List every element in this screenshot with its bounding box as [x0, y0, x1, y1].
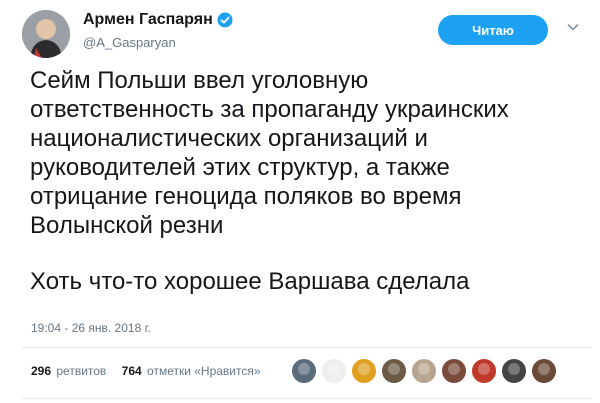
author-name-row: Армен Гаспарян	[83, 11, 233, 29]
author-avatar[interactable]	[22, 10, 70, 58]
avatar-detail	[508, 363, 520, 375]
author-handle[interactable]: @A_Gasparyan	[83, 35, 176, 50]
divider	[22, 347, 592, 348]
avatar-swirl-icon[interactable]	[291, 358, 317, 384]
tweet-text-line: Хоть что-то хорошее Варшава сделала	[30, 268, 470, 295]
author-name[interactable]: Армен Гаспарян	[83, 11, 213, 29]
retweet-label[interactable]: ретвитов	[56, 364, 106, 378]
avatar-red-circle-icon[interactable]	[471, 358, 497, 384]
follow-button[interactable]: Читаю	[438, 15, 548, 45]
avatar-bw-icon[interactable]	[501, 358, 527, 384]
avatar-detail	[358, 363, 370, 375]
avatar-detail	[328, 363, 340, 375]
chevron-down-icon[interactable]	[566, 20, 580, 34]
avatar-detail	[448, 363, 460, 375]
verified-badge-icon	[217, 12, 233, 28]
tweet-text-line: руководителей этих структур, а также	[30, 154, 450, 181]
tweet-text-line: отрицание геноцида поляков во время	[30, 183, 462, 210]
likers-avatar-list	[291, 358, 561, 384]
avatar-detail	[538, 363, 550, 375]
avatar-detail	[478, 363, 490, 375]
avatar-dog-icon[interactable]	[351, 358, 377, 384]
tweet-text: Сейм Польши ввел уголовную ответственнос…	[30, 66, 590, 296]
avatar-face-icon[interactable]	[411, 358, 437, 384]
tweet-timestamp[interactable]: 19:04 - 26 янв. 2018 г.	[31, 321, 151, 335]
tweet-text-line: националистических организаций и	[30, 125, 428, 152]
like-label[interactable]: отметки «Нравится»	[147, 364, 261, 378]
tweet-text-line: ответственность за пропаганду украинских	[30, 96, 509, 123]
tweet-text-line: Волынской резни	[30, 212, 224, 239]
tweet-stats: 296 ретвитов 764 отметки «Нравится»	[31, 364, 273, 378]
avatar-j-tag-icon[interactable]	[321, 358, 347, 384]
like-count[interactable]: 764	[122, 364, 142, 378]
avatar-woman-icon[interactable]	[441, 358, 467, 384]
tweet-card: Армен Гаспарян @A_Gasparyan Читаю Сейм П…	[0, 0, 600, 403]
tweet-text-line: Сейм Польши ввел уголовную	[30, 67, 369, 94]
divider	[22, 398, 592, 399]
avatar-detail	[388, 363, 400, 375]
avatar-flag-icon[interactable]	[531, 358, 557, 384]
retweet-count[interactable]: 296	[31, 364, 51, 378]
avatar-detail	[298, 363, 310, 375]
avatar-detail	[418, 363, 430, 375]
avatar-bear-icon[interactable]	[381, 358, 407, 384]
